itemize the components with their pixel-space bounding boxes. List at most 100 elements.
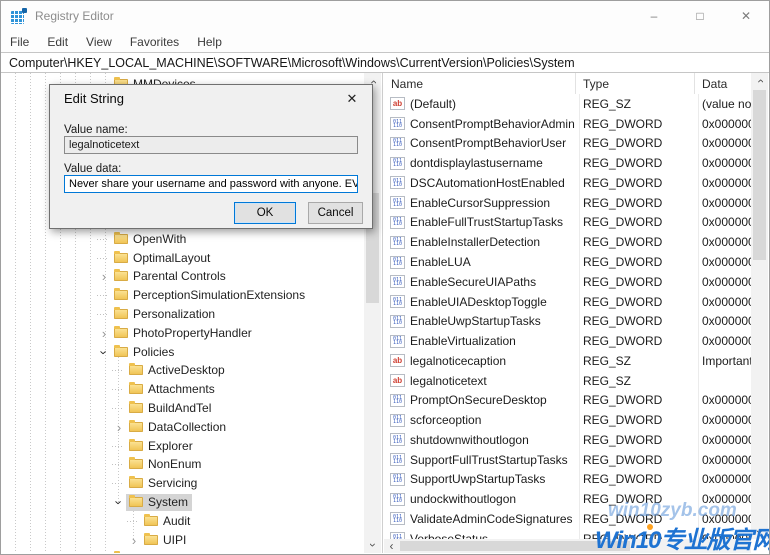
- list-vertical-scrollbar[interactable]: › ›: [751, 73, 768, 539]
- menu-file[interactable]: File: [1, 33, 38, 51]
- tree-node[interactable]: Personalization: [111, 306, 219, 323]
- tree-item-label: Servicing: [148, 476, 198, 491]
- tree-node[interactable]: Explorer: [126, 438, 197, 455]
- column-header-data[interactable]: Data: [695, 73, 751, 94]
- value-type-cell: REG_DWORD: [583, 314, 663, 329]
- tree-item-personalization[interactable]: Personalization: [2, 305, 365, 324]
- tree-item-perceptionsimulationextensions[interactable]: PerceptionSimulationExtensions: [2, 286, 365, 305]
- chevron-right-icon[interactable]: ›: [127, 534, 141, 547]
- tree-item-label: NonEnum: [148, 457, 202, 472]
- value-row-enableuwpstartuptasks[interactable]: EnableUwpStartupTasks REG_DWORD 0x000000: [384, 311, 751, 331]
- tree-item-datacollection[interactable]: › DataCollection: [2, 418, 365, 437]
- value-row-shutdownwithoutlogon[interactable]: shutdownwithoutlogon REG_DWORD 0x000000: [384, 430, 751, 450]
- value-type-cell: REG_DWORD: [583, 334, 663, 349]
- scroll-up-icon[interactable]: ›: [751, 73, 768, 88]
- column-header-type[interactable]: Type: [576, 73, 695, 94]
- value-name-cell: legalnoticetext: [384, 374, 576, 388]
- value-row--default-[interactable]: (Default) REG_SZ (value not: [384, 94, 751, 114]
- tree-item-optimallayout[interactable]: OptimalLayout: [2, 249, 365, 268]
- tree-item-label: Parental Controls: [133, 269, 226, 284]
- tree-node[interactable]: UIPI: [141, 532, 190, 549]
- tree-node[interactable]: Attachments: [126, 381, 219, 398]
- tree-item-parental-controls[interactable]: › Parental Controls: [2, 268, 365, 287]
- tree-item-openwith[interactable]: OpenWith: [2, 230, 365, 249]
- value-row-enableuiadesktoptoggle[interactable]: EnableUIADesktopToggle REG_DWORD 0x000000: [384, 292, 751, 312]
- menu-favorites[interactable]: Favorites: [121, 33, 188, 51]
- ok-button[interactable]: OK: [234, 202, 296, 224]
- scroll-left-icon[interactable]: ‹: [384, 539, 399, 553]
- cancel-button[interactable]: Cancel: [308, 202, 363, 224]
- tree-node[interactable]: PerceptionSimulationExtensions: [111, 287, 309, 304]
- tree-node[interactable]: OptimalLayout: [111, 250, 214, 267]
- value-name-cell: DSCAutomationHostEnabled: [384, 176, 576, 190]
- tree-item-powerefficiencydiagnostics[interactable]: PowerEfficiencyDiagnostics: [2, 550, 365, 553]
- tree-node[interactable]: ActiveDesktop: [126, 362, 229, 379]
- value-row-dontdisplaylastusername[interactable]: dontdisplaylastusername REG_DWORD 0x000000: [384, 153, 751, 173]
- close-button[interactable]: ✕: [723, 1, 769, 31]
- tree-node[interactable]: Servicing: [126, 475, 201, 492]
- tree-node[interactable]: BuildAndTel: [126, 400, 215, 417]
- reg-dword-binary-icon: [390, 492, 405, 506]
- minimize-button[interactable]: –: [631, 1, 677, 31]
- tree-node[interactable]: Parental Controls: [111, 268, 230, 285]
- value-row-supportuwpstartuptasks[interactable]: SupportUwpStartupTasks REG_DWORD 0x000000: [384, 470, 751, 490]
- tree-item-label: PowerEfficiencyDiagnostics: [133, 551, 280, 553]
- folder-icon: [129, 457, 143, 470]
- tree-node[interactable]: NonEnum: [126, 456, 205, 473]
- tree-item-system[interactable]: › System: [2, 493, 365, 512]
- tree-node[interactable]: Policies: [111, 344, 178, 361]
- value-row-enablesecureuiapaths[interactable]: EnableSecureUIAPaths REG_DWORD 0x000000: [384, 272, 751, 292]
- tree-node[interactable]: DataCollection: [126, 419, 230, 436]
- tree-item-activedesktop[interactable]: ActiveDesktop: [2, 362, 365, 381]
- value-row-legalnoticecaption[interactable]: legalnoticecaption REG_SZ Important: [384, 351, 751, 371]
- column-header-name[interactable]: Name: [384, 73, 576, 94]
- value-row-supportfulltruststartuptasks[interactable]: SupportFullTrustStartupTasks REG_DWORD 0x0…: [384, 450, 751, 470]
- tree-node[interactable]: Audit: [141, 513, 194, 530]
- value-row-enablecursorsuppression[interactable]: EnableCursorSuppression REG_DWORD 0x000000: [384, 193, 751, 213]
- tree-item-uipi[interactable]: › UIPI: [2, 531, 365, 550]
- chevron-down-icon[interactable]: ›: [97, 345, 112, 359]
- value-name-cell: SupportUwpStartupTasks: [384, 472, 576, 486]
- maximize-button[interactable]: □: [677, 1, 723, 31]
- menu-view[interactable]: View: [77, 33, 121, 51]
- menu-edit[interactable]: Edit: [38, 33, 77, 51]
- value-row-enablevirtualization[interactable]: EnableVirtualization REG_DWORD 0x000000: [384, 331, 751, 351]
- dialog-close-icon[interactable]: ✕: [343, 90, 361, 108]
- tree-item-explorer[interactable]: Explorer: [2, 437, 365, 456]
- value-row-dscautomationhostenabled[interactable]: DSCAutomationHostEnabled REG_DWORD 0x00000…: [384, 173, 751, 193]
- list-scrollbar-thumb[interactable]: [753, 90, 766, 260]
- window-title: Registry Editor: [35, 9, 114, 23]
- tree-item-photopropertyhandler[interactable]: › PhotoPropertyHandler: [2, 324, 365, 343]
- chevron-right-icon[interactable]: ›: [97, 270, 111, 283]
- reg-sz-string-icon: [390, 97, 405, 111]
- selected-tree-node[interactable]: System: [126, 494, 193, 512]
- tree-item-servicing[interactable]: Servicing: [2, 474, 365, 493]
- tree-item-policies[interactable]: › Policies: [2, 343, 365, 362]
- chevron-right-icon[interactable]: ›: [97, 327, 111, 340]
- scroll-down-icon[interactable]: ›: [364, 537, 381, 552]
- value-row-enablefulltruststartuptasks[interactable]: EnableFullTrustStartupTasks REG_DWORD 0x00…: [384, 213, 751, 233]
- chevron-right-icon[interactable]: ›: [112, 421, 126, 434]
- address-bar[interactable]: Computer\HKEY_LOCAL_MACHINE\SOFTWARE\Mic…: [1, 52, 769, 73]
- tree-item-nonenum[interactable]: NonEnum: [2, 456, 365, 475]
- tree-item-audit[interactable]: Audit: [2, 512, 365, 531]
- value-data-field[interactable]: Never share your username and password w…: [64, 175, 358, 193]
- chevron-down-icon[interactable]: ›: [112, 496, 127, 510]
- value-row-consentpromptbehavioruser[interactable]: ConsentPromptBehaviorUser REG_DWORD 0x0000…: [384, 134, 751, 154]
- tree-item-attachments[interactable]: Attachments: [2, 380, 365, 399]
- value-name-text: EnableUwpStartupTasks: [410, 314, 541, 329]
- value-row-consentpromptbehavioradmin[interactable]: ConsentPromptBehaviorAdmin REG_DWORD 0x000…: [384, 114, 751, 134]
- value-row-enableinstallerdetection[interactable]: EnableInstallerDetection REG_DWORD 0x00000…: [384, 232, 751, 252]
- value-row-legalnoticetext[interactable]: legalnoticetext REG_SZ: [384, 371, 751, 391]
- value-name-cell: ValidateAdminCodeSignatures: [384, 512, 576, 526]
- tree-node[interactable]: OpenWith: [111, 231, 190, 248]
- value-row-scforceoption[interactable]: scforceoption REG_DWORD 0x000000: [384, 410, 751, 430]
- tree-node[interactable]: PhotoPropertyHandler: [111, 325, 256, 342]
- tree-node[interactable]: PowerEfficiencyDiagnostics: [111, 550, 284, 553]
- tree-item-buildandtel[interactable]: BuildAndTel: [2, 399, 365, 418]
- value-row-promptonsecuredesktop[interactable]: PromptOnSecureDesktop REG_DWORD 0x000000: [384, 390, 751, 410]
- menu-help[interactable]: Help: [188, 33, 231, 51]
- value-name-field[interactable]: legalnoticetext: [64, 136, 358, 154]
- value-name-cell: EnableSecureUIAPaths: [384, 275, 576, 289]
- value-row-enablelua[interactable]: EnableLUA REG_DWORD 0x000000: [384, 252, 751, 272]
